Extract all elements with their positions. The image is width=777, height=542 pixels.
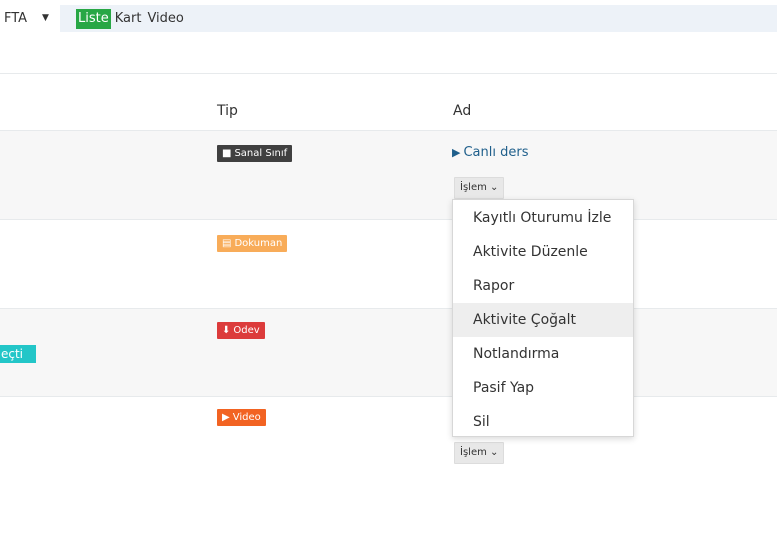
type-badge-label: Video <box>232 412 261 423</box>
tab-video[interactable]: Video <box>145 9 185 29</box>
menu-item-rapor[interactable]: Rapor <box>453 269 633 303</box>
menu-item-kayitli-oturumu-izle[interactable]: Kayıtlı Oturumu İzle <box>453 201 633 235</box>
download-icon: ⬇ <box>222 325 231 336</box>
menu-item-sil[interactable]: Sil <box>453 405 633 439</box>
row-divider <box>0 308 777 309</box>
book-icon: ▤ <box>222 238 232 249</box>
status-badge: eçti <box>0 345 36 363</box>
islem-label: İşlem <box>460 447 487 458</box>
row-divider <box>0 396 777 397</box>
chevron-down-icon: ⌄ <box>490 447 499 458</box>
islem-button[interactable]: İşlem ⌄ <box>454 177 505 199</box>
islem-button[interactable]: İşlem ⌄ <box>454 442 505 464</box>
type-badge-dokuman: ▤ Dokuman <box>217 235 288 252</box>
menu-item-aktivite-duzenle[interactable]: Aktivite Düzenle <box>453 235 633 269</box>
week-select-label: FTA <box>4 11 28 26</box>
play-icon: ▶ <box>452 146 461 159</box>
toolbar: FTA ▼ Liste Kart Video <box>0 5 777 32</box>
type-badge-label: Dokuman <box>234 238 283 249</box>
row-divider <box>0 219 777 220</box>
chevron-down-icon: ⌄ <box>490 182 499 193</box>
week-select[interactable]: FTA ▼ <box>0 5 60 32</box>
activity-name-link[interactable]: ▶ Canlı ders <box>452 145 528 160</box>
menu-item-pasif-yap[interactable]: Pasif Yap <box>453 371 633 405</box>
type-badge-odev: ⬇ Odev <box>217 322 265 339</box>
action-dropdown-menu: Kayıtlı Oturumu İzle Aktivite Düzenle Ra… <box>452 199 634 437</box>
table-row <box>0 308 777 397</box>
view-tabs: Liste Kart Video <box>76 9 188 29</box>
row-divider <box>0 130 777 131</box>
divider <box>0 73 777 74</box>
type-badge-label: Sanal Sınıf <box>234 148 288 159</box>
activity-name: Canlı ders <box>463 145 529 160</box>
play-icon: ▶ <box>222 412 230 423</box>
table-row <box>0 130 777 219</box>
menu-item-aktivite-cogalt[interactable]: Aktivite Çoğalt <box>453 303 633 337</box>
menu-item-notlandirma[interactable]: Notlandırma <box>453 337 633 371</box>
column-header-ad: Ad <box>453 103 472 119</box>
type-badge-sanal-sinif: ■ Sanal Sınıf <box>217 145 293 162</box>
tab-kart[interactable]: Kart <box>113 9 144 29</box>
islem-label: İşlem <box>460 182 487 193</box>
type-badge-label: Odev <box>233 325 260 336</box>
video-camera-icon: ■ <box>222 148 232 159</box>
column-header-tip: Tip <box>217 103 238 119</box>
tab-liste[interactable]: Liste <box>76 9 111 29</box>
type-badge-video: ▶ Video <box>217 409 266 426</box>
caret-down-icon: ▼ <box>42 13 49 23</box>
